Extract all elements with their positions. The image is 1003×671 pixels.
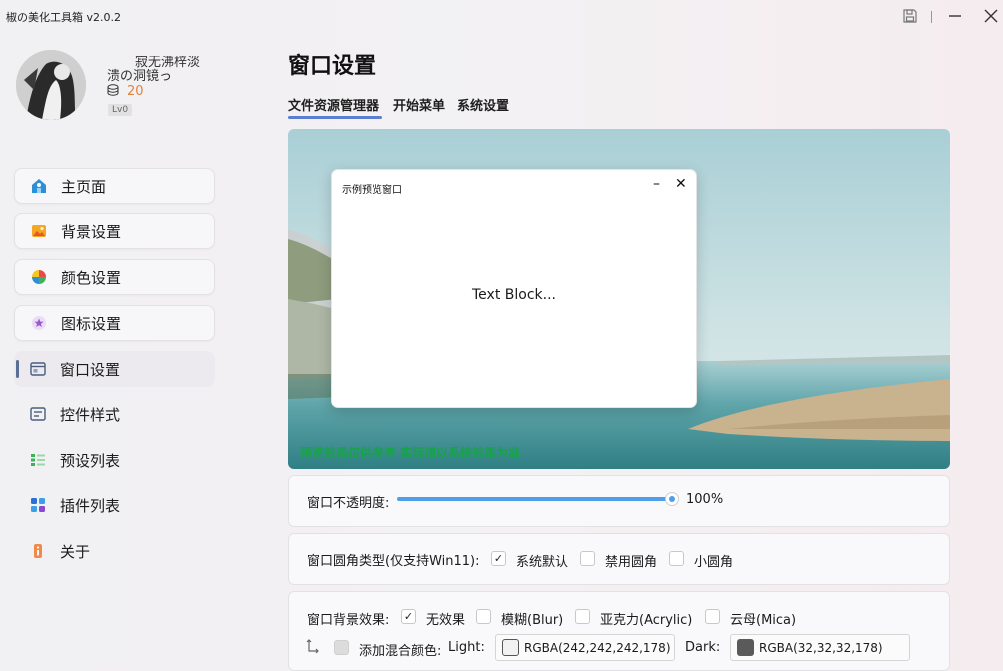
list-icon	[30, 452, 46, 468]
corner-small-checkbox[interactable]	[669, 551, 684, 566]
star-icon	[31, 315, 47, 331]
sample-window-title: 示例预览窗口	[342, 185, 402, 196]
opacity-slider-track[interactable]	[397, 497, 672, 501]
tab-explorer[interactable]: 文件资源管理器	[288, 95, 379, 114]
sidebar-item-controls[interactable]: 控件样式	[14, 396, 215, 432]
app-title: 椒の美化工具箱 v2.0.2	[6, 11, 121, 24]
preview-area: 示例预览窗口 – ✕ Text Block... 预览效果仅供参考 实际请以系统…	[288, 129, 950, 469]
sidebar-item-label: 插件列表	[60, 496, 121, 515]
selection-indicator	[16, 360, 19, 378]
sample-text-block: Text Block...	[472, 287, 556, 303]
light-label: Light:	[448, 640, 485, 655]
link-arrow-icon	[305, 639, 321, 659]
sample-close-icon: ✕	[675, 176, 687, 192]
sidebar-item-icon[interactable]: 图标设置	[14, 305, 215, 341]
backdrop-mica-checkbox[interactable]	[705, 609, 720, 624]
plugins-icon	[30, 497, 46, 513]
backdrop-acrylic-checkbox[interactable]	[575, 609, 590, 624]
corner-disable-label[interactable]: 禁用圆角	[605, 551, 657, 570]
minimize-button[interactable]	[941, 4, 969, 28]
sidebar-item-presets[interactable]: 预设列表	[14, 442, 215, 478]
opacity-value: 100%	[686, 492, 724, 507]
sidebar-item-plugins[interactable]: 插件列表	[14, 487, 215, 523]
backdrop-none-label[interactable]: 无效果	[426, 609, 465, 628]
close-icon	[984, 9, 998, 23]
light-color-field[interactable]: RGBA(242,242,242,178)	[495, 634, 675, 661]
save-icon[interactable]	[896, 4, 924, 28]
light-color-swatch[interactable]	[502, 639, 519, 656]
avatar[interactable]	[16, 50, 86, 120]
sidebar-item-label: 窗口设置	[60, 360, 121, 379]
sidebar-item-label: 背景设置	[61, 222, 122, 241]
dark-color-field[interactable]: RGBA(32,32,32,178)	[730, 634, 910, 661]
corner-label: 窗口圆角类型(仅支持Win11):	[307, 554, 480, 569]
palette-icon	[31, 269, 47, 285]
dark-color-swatch[interactable]	[737, 639, 754, 656]
sample-preview-window: 示例预览窗口 – ✕ Text Block...	[331, 169, 697, 408]
coin-row: 20	[107, 82, 144, 101]
window-icon	[30, 361, 46, 377]
light-color-value: RGBA(242,242,242,178)	[524, 641, 671, 655]
backdrop-mica-label[interactable]: 云母(Mica)	[730, 609, 796, 628]
info-icon	[30, 543, 46, 559]
sidebar-item-label: 颜色设置	[61, 268, 122, 287]
level-badge: Lv0	[108, 104, 133, 116]
opacity-slider-thumb[interactable]	[665, 492, 679, 506]
sidebar-item-label: 控件样式	[60, 405, 121, 424]
page-title: 窗口设置	[288, 54, 377, 79]
corner-small-label[interactable]: 小圆角	[694, 551, 733, 570]
backdrop-blur-checkbox[interactable]	[476, 609, 491, 624]
backdrop-label: 窗口背景效果:	[307, 613, 390, 628]
sidebar-item-about[interactable]: 关于	[14, 533, 215, 569]
sidebar-item-background[interactable]: 背景设置	[14, 213, 215, 249]
corner-disable-checkbox[interactable]	[580, 551, 595, 566]
dark-label: Dark:	[685, 640, 721, 655]
blend-color-label: 添加混合颜色:	[359, 644, 442, 659]
controls-icon	[30, 406, 46, 422]
tab-system-settings[interactable]: 系统设置	[457, 95, 509, 114]
sidebar-item-home[interactable]: 主页面	[14, 168, 215, 204]
sidebar-item-label: 图标设置	[61, 314, 122, 333]
minimize-icon	[949, 15, 961, 17]
sidebar-item-label: 预设列表	[60, 451, 121, 470]
home-icon	[31, 178, 47, 194]
active-tab-indicator	[288, 116, 382, 119]
dark-color-value: RGBA(32,32,32,178)	[759, 641, 883, 655]
close-button[interactable]	[977, 4, 1003, 28]
tab-start-menu[interactable]: 开始菜单	[393, 95, 445, 114]
title-bar: 椒の美化工具箱 v2.0.2	[0, 0, 1003, 32]
coin-icon	[107, 82, 121, 101]
image-icon	[31, 223, 47, 239]
backdrop-none-checkbox[interactable]: ✓	[401, 609, 416, 624]
coin-count: 20	[127, 84, 144, 99]
corner-default-label[interactable]: 系统默认	[516, 551, 568, 570]
backdrop-blur-label[interactable]: 模糊(Blur)	[501, 609, 563, 628]
sidebar-item-window[interactable]: 窗口设置	[14, 351, 215, 387]
sidebar-item-color[interactable]: 颜色设置	[14, 259, 215, 295]
blend-color-checkbox[interactable]	[334, 640, 349, 655]
corner-default-checkbox[interactable]: ✓	[491, 551, 506, 566]
titlebar-separator	[931, 11, 932, 23]
preview-note: 预览效果仅供参考 实际请以系统效果为准	[300, 446, 521, 460]
opacity-label: 窗口不透明度:	[307, 496, 390, 511]
sample-minimize-icon: –	[653, 176, 660, 192]
sidebar-item-label: 关于	[60, 542, 91, 561]
sidebar-item-label: 主页面	[61, 177, 107, 196]
backdrop-acrylic-label[interactable]: 亚克力(Acrylic)	[600, 609, 692, 628]
